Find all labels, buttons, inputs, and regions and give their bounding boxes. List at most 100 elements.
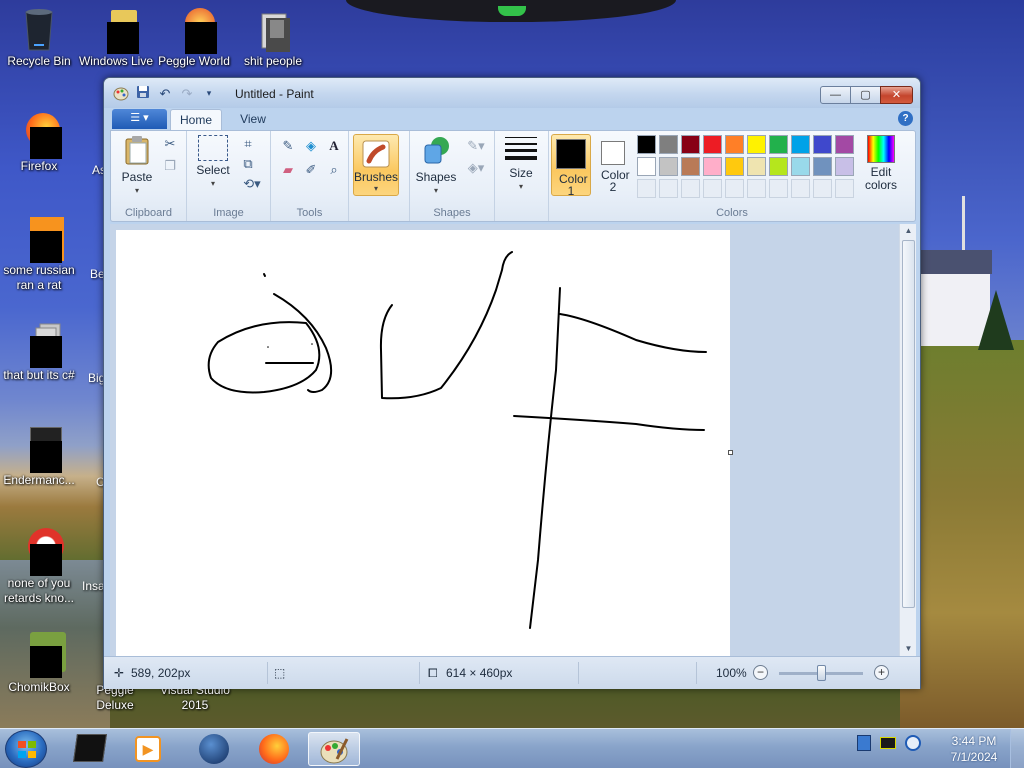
paint-app-icon[interactable] [112,85,130,102]
desktop-icon-shit-people[interactable]: shit people [234,6,312,69]
close-button[interactable]: ✕ [880,86,913,104]
palette-color[interactable] [725,135,744,154]
color1-button[interactable]: Color 1 [551,134,591,197]
group-label-colors: Colors [716,207,748,219]
palette-custom-slot[interactable] [747,179,766,198]
undo-icon[interactable]: ↶ [156,85,174,102]
desktop-icon-some-russian[interactable]: some russian ran a rat [0,215,78,293]
desktop-icon-endermanch[interactable]: Endermanc... [0,425,78,488]
palette-color[interactable] [637,157,656,176]
shapes-button[interactable]: Shapes ▾ [414,135,458,197]
palette-color[interactable] [769,157,788,176]
palette-color[interactable] [659,135,678,154]
cursor-position: 589, 202px [131,666,191,680]
clock[interactable]: 3:44 PM 7/1/2024 [944,733,1004,765]
paste-button[interactable]: Paste ▾ [117,135,157,197]
palette-color[interactable] [769,135,788,154]
palette-color[interactable] [703,157,722,176]
resize-icon[interactable]: ⧉ [239,155,257,173]
palette-color[interactable] [791,135,810,154]
desktop-icon-chomikbox[interactable]: ChomikBox [0,632,78,695]
taskbar-cmd[interactable] [64,732,116,766]
copy-icon[interactable]: ❐ [161,157,179,175]
text-icon[interactable]: A [325,137,343,155]
tab-home[interactable]: Home [170,109,222,130]
palette-custom-slot[interactable] [703,179,722,198]
palette-color[interactable] [725,157,744,176]
palette-color[interactable] [681,135,700,154]
maximize-button[interactable]: ▢ [850,86,881,104]
zoom-slider-thumb[interactable] [817,665,826,681]
palette-custom-slot[interactable] [835,179,854,198]
cut-icon[interactable]: ✂ [161,135,179,153]
palette-custom-slot[interactable] [791,179,810,198]
taskbar-globe[interactable] [188,732,240,766]
taskbar-paint[interactable] [308,732,360,766]
scroll-down-icon[interactable]: ▼ [900,642,917,656]
group-label-shapes: Shapes [433,207,471,219]
resize-handle-right[interactable] [728,450,733,455]
network-icon[interactable] [905,735,921,751]
customize-qat-icon[interactable]: ▾ [200,85,218,102]
palette-color[interactable] [835,157,854,176]
palette-custom-slot[interactable] [769,179,788,198]
save-icon[interactable] [134,85,152,102]
brushes-button[interactable]: Brushes ▾ [353,134,399,196]
eraser-icon[interactable]: ▰ [279,161,297,179]
taskbar-firefox[interactable] [248,732,300,766]
minimize-button[interactable]: — [820,86,851,104]
edit-colors-button[interactable]: Edit colors [861,135,901,192]
show-desktop-button[interactable] [1010,729,1024,768]
fill-shape-icon[interactable]: ◈▾ [462,159,490,177]
redo-icon[interactable]: ↷ [178,85,196,102]
palette-color[interactable] [813,135,832,154]
zoom-out-button[interactable]: − [753,665,768,680]
size-button[interactable]: Size ▾ [501,135,541,193]
magnifier-icon[interactable]: ⌕ [325,161,343,179]
desktop-icon-firefox[interactable]: Firefox [0,111,78,174]
desktop-icon-recycle-bin[interactable]: Recycle Bin [0,6,78,69]
palette-color[interactable] [835,135,854,154]
desktop-icon-windows-live[interactable]: Windows Live [77,6,155,69]
zoom-in-button[interactable]: + [874,665,889,680]
palette-custom-slot[interactable] [813,179,832,198]
desktop-icon-none-of-you[interactable]: none of you retards kno... [0,528,78,606]
battery-icon[interactable] [880,737,896,749]
canvas-size-icon: ⧠ [428,666,438,680]
group-label-image: Image [213,207,244,219]
palette-color[interactable] [747,157,766,176]
pencil-icon[interactable]: ✎ [279,137,297,155]
title-bar[interactable]: ↶ ↷ ▾ Untitled - Paint — ▢ ✕ [104,78,920,108]
palette-color[interactable] [637,135,656,154]
drawing-canvas[interactable] [116,230,730,656]
rotate-icon[interactable]: ⟲▾ [239,175,265,193]
paint-menu-button[interactable]: ☰ ▾ [112,109,167,129]
vertical-scrollbar[interactable]: ▲ ▼ [899,224,916,656]
palette-color[interactable] [703,135,722,154]
palette-custom-slot[interactable] [637,179,656,198]
palette-custom-slot[interactable] [659,179,678,198]
select-button[interactable]: Select ▾ [195,135,231,190]
color2-button[interactable]: Color 2 [593,134,633,196]
palette-color[interactable] [813,157,832,176]
taskbar-media-player[interactable]: ▶ [122,732,174,766]
scroll-up-icon[interactable]: ▲ [900,224,917,238]
palette-color[interactable] [659,157,678,176]
palette-color[interactable] [791,157,810,176]
color-picker-icon[interactable]: ✐ [302,161,320,179]
outline-icon[interactable]: ✎▾ [462,137,490,155]
desktop-icon-peggle-world[interactable]: Peggle World [155,6,233,69]
fill-icon[interactable]: ◈ [302,137,320,155]
palette-custom-slot[interactable] [725,179,744,198]
help-icon[interactable]: ? [898,111,913,126]
start-button[interactable] [5,730,47,768]
tab-view[interactable]: View [228,109,278,130]
size-dropdown-icon: ▾ [518,182,523,191]
palette-color[interactable] [681,157,700,176]
crop-icon[interactable]: ⌗ [239,135,257,153]
bluetooth-icon[interactable] [857,735,871,751]
scroll-thumb[interactable] [902,240,915,608]
palette-custom-slot[interactable] [681,179,700,198]
desktop-icon-that-but-its-csharp[interactable]: that but its c# [0,320,78,383]
palette-color[interactable] [747,135,766,154]
